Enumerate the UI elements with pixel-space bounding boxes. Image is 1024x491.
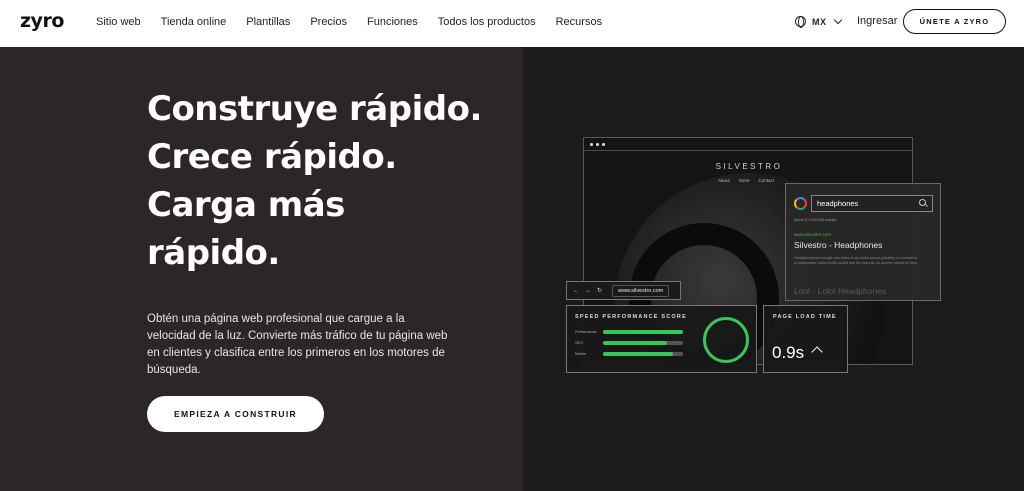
metric-seo: SEO — [575, 341, 683, 345]
mock-search-query: headphones — [817, 199, 859, 208]
nav-link-recursos[interactable]: Recursos — [556, 16, 602, 28]
window-dot-icon — [596, 142, 599, 146]
hero-headline: Construye rápido. Crece rápido. Carga má… — [147, 89, 482, 273]
page-load-title: PAGE LOAD TIME — [773, 314, 837, 320]
language-code: MX — [812, 16, 827, 27]
metric-fill — [603, 341, 667, 345]
browser-titlebar — [584, 138, 912, 151]
search-result-card: headphones About 67,000,000 results www.… — [785, 183, 941, 301]
metric-performance: Performance — [575, 330, 683, 334]
metric-bar — [603, 352, 683, 356]
nav-links: Sitio web Tienda online Plantillas Preci… — [96, 16, 602, 28]
metric-label: Performance — [575, 330, 597, 334]
speed-score-title: SPEED PERFORMANCE SCORE — [575, 314, 687, 320]
mock-url-text: www.silvestro.com — [612, 284, 670, 297]
result-title: Silvestro - Headphones — [794, 240, 883, 250]
forward-arrow-icon: → — [585, 287, 591, 294]
window-dot-icon — [590, 142, 593, 146]
metric-mobile: Mobile — [575, 352, 683, 356]
search-icon — [919, 199, 926, 206]
mock-site-brand: SILVESTRO — [715, 162, 783, 171]
metric-bar — [603, 330, 683, 334]
nav-link-sitio-web[interactable]: Sitio web — [96, 16, 141, 28]
hero-illustration: SILVESTRO About Store Contact headphones… — [523, 47, 1024, 491]
result-description: Headphones let a single user listen to a… — [794, 256, 918, 265]
metric-fill — [603, 330, 683, 334]
top-nav: zyro Sitio web Tienda online Plantillas … — [0, 0, 1024, 47]
reload-icon: ↻ — [597, 288, 603, 294]
start-building-button[interactable]: EMPIEZA A CONSTRUIR — [147, 396, 324, 432]
mock-nav-about: About — [718, 178, 730, 183]
speed-score-card: SPEED PERFORMANCE SCORE Performance SEO … — [566, 305, 757, 373]
join-button[interactable]: ÚNETE A ZYRO — [903, 9, 1006, 34]
page-load-card: PAGE LOAD TIME 0.9s — [763, 305, 848, 373]
window-dot-icon — [602, 142, 605, 146]
hero-subtitle: Obtén una página web profesional que car… — [147, 313, 448, 376]
language-selector[interactable]: MX — [795, 15, 842, 28]
chevron-down-icon — [833, 15, 842, 25]
chevron-up-icon — [811, 346, 823, 358]
back-arrow-icon: ← — [573, 287, 579, 294]
metric-bar — [603, 341, 683, 345]
nav-link-plantillas[interactable]: Plantillas — [246, 16, 290, 28]
metric-label: SEO — [575, 341, 584, 345]
globe-icon — [795, 16, 806, 28]
metric-label: Mobile — [575, 352, 587, 356]
nav-link-todos-los-productos[interactable]: Todos los productos — [438, 16, 536, 28]
hero-left-panel: Construye rápido. Crece rápido. Carga má… — [0, 47, 523, 491]
metric-fill — [603, 352, 674, 356]
nav-link-tienda-online[interactable]: Tienda online — [161, 16, 227, 28]
zyro-logo[interactable]: zyro — [20, 10, 64, 32]
mock-nav-store: Store — [738, 178, 750, 183]
nav-link-funciones[interactable]: Funciones — [367, 16, 418, 28]
result-url: www.silvestro.com — [794, 232, 832, 237]
nav-link-precios[interactable]: Precios — [310, 16, 347, 28]
mock-url-bar: ← → ↻ www.silvestro.com — [566, 281, 681, 300]
google-icon — [794, 197, 807, 210]
result-count: About 67,000,000 results — [794, 218, 837, 222]
page-load-value: 0.9s — [772, 343, 805, 362]
result-faded-title: Lool - Lolol Headphones — [794, 286, 887, 296]
mock-search-input: headphones — [811, 195, 933, 212]
login-link[interactable]: Ingresar — [857, 15, 897, 27]
mock-site-nav: About Store Contact — [718, 178, 774, 183]
mock-nav-contact: Contact — [758, 178, 775, 183]
score-ring-icon — [703, 317, 749, 363]
